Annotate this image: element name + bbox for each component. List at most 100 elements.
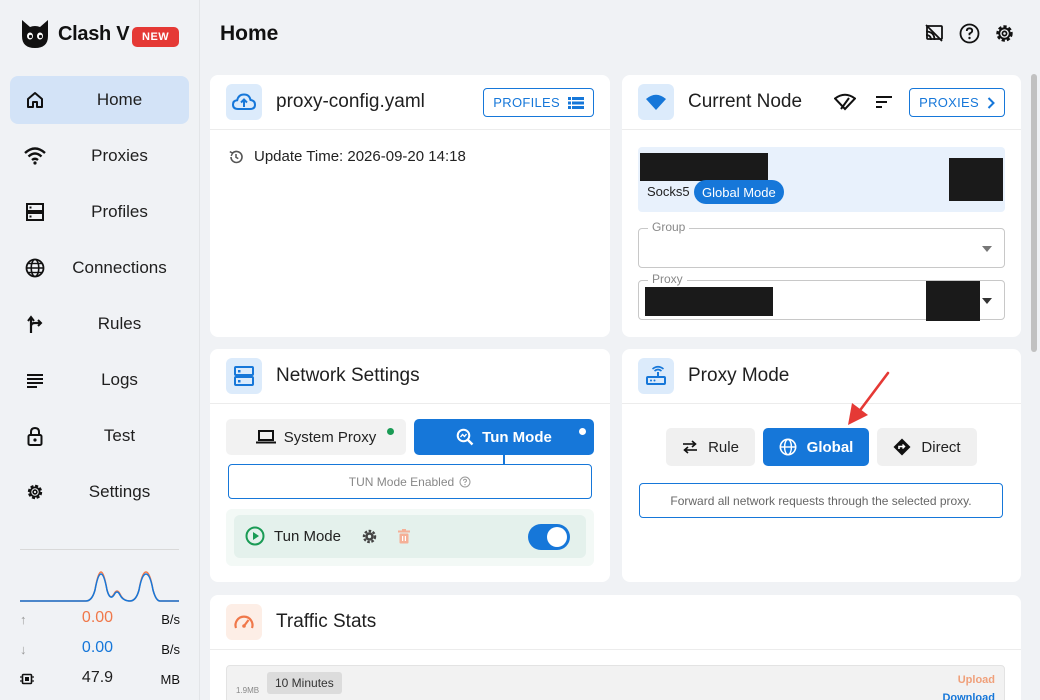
tun-row-container: Tun Mode — [226, 509, 594, 566]
speedometer-icon — [226, 604, 262, 640]
mode-rule-label: Rule — [708, 438, 739, 456]
update-time-text: Update Time: 2026-09-20 14:18 — [254, 148, 466, 165]
status-dot — [387, 428, 394, 435]
legend-download[interactable]: Download — [942, 692, 995, 700]
lines-icon — [24, 369, 46, 391]
sidebar-item-logs[interactable]: Logs — [10, 356, 189, 404]
help-small-icon[interactable] — [459, 476, 471, 488]
y-axis-tick: 1.9MB — [236, 686, 260, 695]
proxy-select[interactable]: Proxy — [638, 272, 1005, 321]
direction-icon — [893, 438, 911, 456]
cast-off-icon[interactable] — [923, 22, 945, 44]
arrow-down-icon: ↓ — [20, 642, 27, 657]
legend-upload[interactable]: Upload — [958, 674, 995, 686]
top-actions — [923, 22, 1015, 44]
tun-mode-toggle[interactable] — [528, 524, 570, 550]
traffic-stats-header: Traffic Stats — [210, 595, 1021, 650]
sidebar: Clash V NEW Home Proxies Profiles Connec… — [0, 0, 200, 700]
scrollbar-thumb[interactable] — [1031, 74, 1037, 352]
wifi-icon — [24, 145, 46, 167]
swap-arrows-icon — [682, 440, 698, 454]
new-badge: NEW — [132, 27, 180, 47]
memory-icon — [20, 672, 34, 689]
sidebar-item-label: Logs — [101, 370, 138, 389]
network-settings-title: Network Settings — [276, 365, 420, 386]
mode-direct-button[interactable]: Direct — [877, 428, 977, 466]
profile-card: proxy-config.yaml PROFILES Update Time: … — [210, 75, 610, 337]
sidebar-item-home[interactable]: Home — [10, 76, 189, 124]
group-label: Group — [648, 220, 690, 234]
traffic-sparkline — [20, 571, 179, 602]
main-scrollbar[interactable] — [1028, 62, 1040, 700]
memory-stat: 47.9 MB — [20, 669, 180, 691]
upload-value: 0.00 — [81, 609, 114, 626]
tun-mode-label: Tun Mode — [482, 428, 552, 446]
tun-mode-row: Tun Mode — [234, 515, 586, 558]
redacted-proxy-name — [645, 287, 773, 316]
cloud-upload-icon — [226, 84, 262, 120]
node-info[interactable]: Socks5 Global Mode — [638, 147, 1005, 212]
sidebar-item-test[interactable]: Test — [10, 412, 189, 460]
network-settings-header: Network Settings — [210, 349, 610, 404]
globe-icon — [24, 257, 46, 279]
sidebar-item-rules[interactable]: Rules — [10, 300, 189, 348]
annotation-arrow — [848, 371, 890, 425]
mode-global-label: Global — [806, 438, 854, 456]
group-select[interactable]: Group — [638, 220, 1005, 268]
tun-settings-icon[interactable] — [361, 528, 378, 550]
dns-icon — [226, 358, 262, 394]
tun-status-note: TUN Mode Enabled — [228, 464, 592, 499]
sort-icon[interactable] — [876, 95, 892, 114]
sidebar-item-profiles[interactable]: Profiles — [10, 188, 189, 236]
chevron-right-icon — [987, 96, 995, 109]
wifi-signal-icon — [638, 84, 674, 120]
lock-icon — [24, 425, 46, 447]
proxy-mode-title: Proxy Mode — [688, 365, 790, 386]
sidebar-item-connections[interactable]: Connections — [10, 244, 189, 292]
sidebar-item-settings[interactable]: Settings — [10, 468, 189, 516]
current-node-header: Current Node PROXIES — [622, 75, 1021, 130]
settings-gear-icon[interactable] — [993, 22, 1015, 44]
status-dot — [579, 428, 586, 435]
network-settings-card: Network Settings System Proxy Tun Mode T… — [210, 349, 610, 582]
tun-mode-tab[interactable]: Tun Mode — [414, 419, 594, 455]
brand: Clash V NEW — [20, 18, 180, 50]
mode-description: Forward all network requests through the… — [639, 483, 1003, 518]
sidebar-nav: Home Proxies Profiles Connections Rules — [10, 76, 189, 524]
proxies-button[interactable]: PROXIES — [909, 88, 1005, 117]
sidebar-item-proxies[interactable]: Proxies — [10, 132, 189, 180]
mode-rule-button[interactable]: Rule — [666, 428, 755, 466]
laptop-icon — [255, 429, 276, 445]
traffic-chart: 10 Minutes 1.9MB Upload Download — [226, 665, 1005, 700]
history-icon — [228, 149, 244, 165]
download-value: 0.00 — [81, 639, 114, 656]
mode-direct-label: Direct — [921, 438, 961, 456]
proxy-label: Proxy — [648, 272, 687, 286]
sidebar-item-label: Profiles — [91, 202, 148, 221]
redacted-node-name — [640, 153, 768, 181]
traffic-stats-card: Traffic Stats 10 Minutes 1.9MB Upload Do… — [210, 595, 1021, 700]
sidebar-item-label: Settings — [88, 482, 151, 501]
play-circle-icon — [245, 526, 265, 551]
sidebar-item-label: Connections — [72, 258, 167, 277]
update-time: Update Time: 2026-09-20 14:18 — [228, 148, 466, 165]
help-icon[interactable] — [958, 22, 980, 44]
mode-global-button[interactable]: Global — [763, 428, 869, 466]
profile-card-header: proxy-config.yaml PROFILES — [210, 75, 610, 130]
system-proxy-tab[interactable]: System Proxy — [226, 419, 406, 455]
profiles-button[interactable]: PROFILES — [483, 88, 594, 117]
app-name: Clash V — [58, 22, 130, 45]
proxy-mode-card: Proxy Mode Rule Global Direct Forward al… — [622, 349, 1021, 582]
upload-unit: B/s — [161, 612, 180, 627]
delete-icon[interactable] — [398, 529, 410, 549]
proxies-button-label: PROXIES — [919, 95, 979, 110]
node-type: Socks5 — [647, 184, 690, 199]
download-unit: B/s — [161, 642, 180, 657]
cat-logo-icon — [22, 20, 48, 48]
tun-note-text: TUN Mode Enabled — [348, 474, 455, 489]
traffic-stats-title: Traffic Stats — [276, 611, 377, 632]
top-bar: Home — [200, 0, 1040, 62]
proxy-mode-header: Proxy Mode — [622, 349, 1021, 404]
range-tab[interactable]: 10 Minutes — [267, 672, 342, 694]
network-check-icon[interactable] — [833, 93, 857, 116]
